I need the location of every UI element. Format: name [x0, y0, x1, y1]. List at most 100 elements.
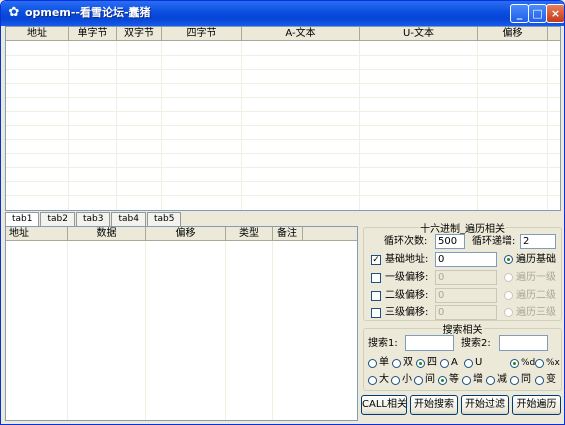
compare-equal-label: 等: [449, 374, 459, 385]
offset-2-label: 二级偏移:: [385, 290, 429, 301]
search-2-input[interactable]: [499, 335, 548, 351]
type-unicode-radio[interactable]: [464, 359, 473, 368]
loop-count-input[interactable]: 500: [435, 234, 465, 249]
table-header: 地址 单字节 双字节 四字节 A-文本 U-文本 偏移: [6, 27, 560, 41]
column-header-data[interactable]: 数据: [68, 227, 146, 241]
base-address-checkbox[interactable]: ✓: [371, 255, 381, 265]
column-header-filler: [548, 27, 560, 41]
offset-3-input[interactable]: 0: [435, 305, 497, 320]
type-dword-label: 四: [427, 357, 437, 368]
column-header-address[interactable]: 地址: [6, 227, 68, 241]
grid-line: [6, 55, 560, 56]
main-window: ✿ opmem--看雪论坛-蠢猪 _ □ × 地址 单字节 双字节 四字节 A-…: [0, 0, 565, 425]
loop-count-label: 循环次数:: [384, 236, 428, 247]
title-bar[interactable]: ✿ opmem--看雪论坛-蠢猪 _ □ ×: [1, 1, 564, 26]
offset-1-input[interactable]: 0: [435, 270, 497, 285]
column-header-offset[interactable]: 偏移: [146, 227, 226, 241]
type-word-radio[interactable]: [392, 359, 401, 368]
compare-equal-radio[interactable]: [438, 376, 447, 385]
grid-line: [225, 241, 226, 420]
column-header-remark[interactable]: 备注: [273, 227, 303, 241]
grid-line: [145, 241, 146, 420]
search-1-label: 搜索1:: [368, 338, 398, 349]
type-word-label: 双: [403, 357, 413, 368]
column-header-byte[interactable]: 单字节: [69, 27, 117, 41]
loop-increment-label: 循环递增:: [472, 236, 516, 247]
type-byte-label: 单: [379, 357, 389, 368]
tab-3[interactable]: tab3: [75, 212, 111, 226]
column-header-dword[interactable]: 四字节: [162, 27, 242, 41]
tab-5[interactable]: tab5: [146, 212, 182, 226]
compare-between-radio[interactable]: [414, 376, 423, 385]
compare-increased-label: 增: [473, 374, 483, 385]
tab-1[interactable]: tab1: [5, 212, 40, 227]
format-hex-radio[interactable]: [535, 359, 544, 368]
grid-line: [6, 97, 560, 98]
group-title: 搜索相关: [442, 325, 483, 336]
traverse-base-radio[interactable]: [504, 255, 513, 264]
base-address-input[interactable]: 0: [435, 252, 497, 267]
type-dword-radio[interactable]: [416, 359, 425, 368]
compare-changed-label: 变: [546, 374, 556, 385]
type-byte-radio[interactable]: [368, 359, 377, 368]
close-button[interactable]: ×: [546, 4, 564, 23]
compare-less-radio[interactable]: [391, 376, 400, 385]
format-decimal-radio[interactable]: [510, 359, 519, 368]
traverse-level3-radio[interactable]: [504, 308, 513, 317]
grid-line: [67, 241, 68, 420]
saved-addresses-table[interactable]: 地址 数据 偏移 类型 备注: [5, 226, 358, 421]
type-ansi-radio[interactable]: [440, 359, 449, 368]
grid-line: [6, 167, 560, 168]
call-button[interactable]: CALL相关: [361, 395, 407, 415]
format-hex-label: %x: [546, 358, 560, 368]
tab-4[interactable]: tab4: [111, 212, 146, 226]
compare-decreased-label: 减: [497, 374, 507, 385]
table-header: 地址 数据 偏移 类型 备注: [6, 227, 357, 241]
column-header-unicode-text[interactable]: U-文本: [360, 27, 478, 41]
column-header-ansi-text[interactable]: A-文本: [242, 27, 360, 41]
tab-2[interactable]: tab2: [40, 212, 75, 226]
compare-greater-label: 大: [379, 374, 389, 385]
traverse-level2-radio[interactable]: [504, 291, 513, 300]
window-title: opmem--看雪论坛-蠢猪: [25, 6, 151, 19]
offset-2-checkbox[interactable]: [371, 291, 381, 301]
column-header-word[interactable]: 双字节: [117, 27, 162, 41]
compare-same-radio[interactable]: [510, 376, 519, 385]
loop-increment-input[interactable]: 2: [520, 234, 556, 249]
format-decimal-label: %d: [521, 358, 536, 368]
start-traverse-button[interactable]: 开始遍历: [512, 395, 561, 415]
grid-line: [6, 139, 560, 140]
type-ansi-label: A: [451, 357, 458, 368]
column-header-address[interactable]: 地址: [6, 27, 69, 41]
compare-greater-radio[interactable]: [368, 376, 377, 385]
maximize-button[interactable]: □: [528, 4, 547, 23]
grid-line: [6, 195, 560, 196]
minimize-button[interactable]: _: [510, 4, 529, 23]
compare-changed-radio[interactable]: [535, 376, 544, 385]
traverse-base-label: 遍历基础: [516, 254, 556, 265]
start-search-button[interactable]: 开始搜索: [410, 395, 458, 415]
search-1-input[interactable]: [405, 335, 454, 351]
column-header-type[interactable]: 类型: [226, 227, 273, 241]
compare-increased-radio[interactable]: [462, 376, 471, 385]
grid-line: [6, 69, 560, 70]
grid-line: [6, 181, 560, 182]
memory-results-table[interactable]: 地址 单字节 双字节 四字节 A-文本 U-文本 偏移: [5, 26, 561, 211]
column-header-offset[interactable]: 偏移: [478, 27, 548, 41]
group-title: 十六进制_遍历相关: [420, 224, 505, 235]
offset-3-checkbox[interactable]: [371, 308, 381, 318]
offset-2-input[interactable]: 0: [435, 288, 497, 303]
traverse-level1-radio[interactable]: [504, 273, 513, 282]
traverse-level3-label: 遍历三级: [516, 307, 556, 318]
bug-icon: ✿: [8, 5, 20, 20]
offset-1-checkbox[interactable]: [371, 273, 381, 283]
compare-decreased-radio[interactable]: [486, 376, 495, 385]
traverse-level1-label: 遍历一级: [516, 272, 556, 283]
grid-line: [6, 111, 560, 112]
offset-1-label: 一级偏移:: [385, 272, 429, 283]
compare-between-label: 间: [425, 374, 435, 385]
offset-3-label: 三级偏移:: [385, 307, 429, 318]
start-filter-button[interactable]: 开始过滤: [461, 395, 509, 415]
grid-line: [272, 241, 273, 420]
base-address-label: 基础地址:: [385, 254, 429, 265]
